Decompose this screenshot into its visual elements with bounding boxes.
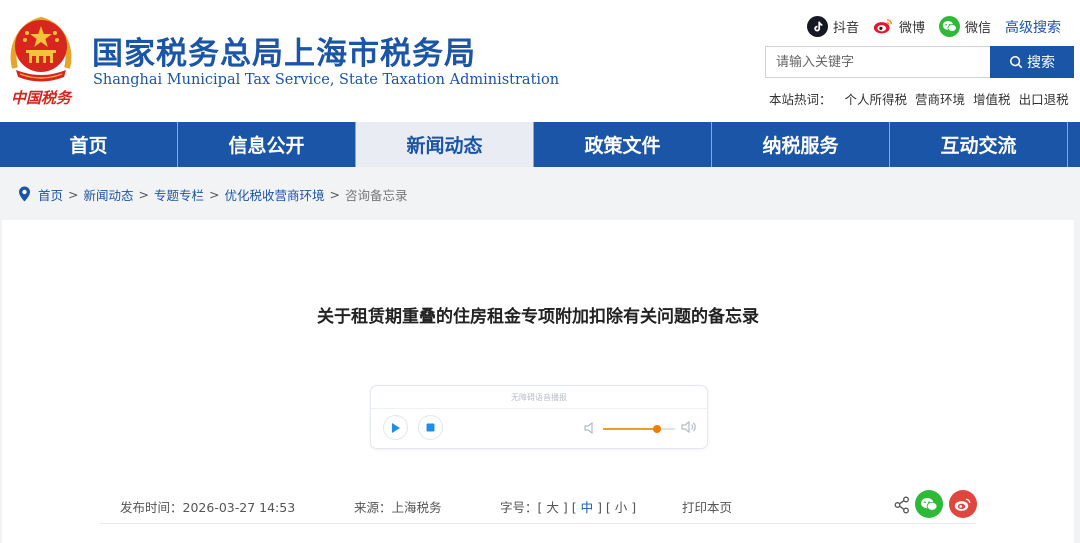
logo-text: 中国税务 xyxy=(11,89,73,107)
nav-item-tax-service[interactable]: 纳税服务 xyxy=(712,122,890,167)
location-pin-icon xyxy=(19,186,30,202)
nav-item-interaction[interactable]: 互动交流 xyxy=(890,122,1068,167)
play-icon xyxy=(392,422,400,433)
source-label: 来源： xyxy=(354,500,392,515)
article-source: 来源：上海税务 xyxy=(354,497,442,516)
hot-word-link[interactable]: 个人所得税 xyxy=(845,89,908,108)
breadcrumb-separator: > xyxy=(209,186,220,202)
breadcrumb-current: 咨询备忘录 xyxy=(345,187,408,203)
breadcrumb-separator: > xyxy=(68,186,79,202)
volume-slider-fill xyxy=(603,428,657,430)
volume-up-icon[interactable] xyxy=(681,420,697,434)
weibo-link[interactable]: 微博 xyxy=(873,14,925,38)
player-label: 无障碍语音播报 xyxy=(511,393,567,402)
breadcrumb-separator: > xyxy=(138,186,149,202)
hot-word-link[interactable]: 营商环境 xyxy=(915,89,965,108)
breadcrumb-separator: > xyxy=(329,186,340,202)
nav-item-news[interactable]: 新闻动态 xyxy=(356,122,534,167)
main-nav: 首页 信息公开 新闻动态 政策文件 纳税服务 互动交流 xyxy=(0,122,1080,167)
search-button-label: 搜索 xyxy=(1027,55,1055,71)
search-button[interactable]: 搜索 xyxy=(990,46,1074,78)
search-icon xyxy=(1009,55,1023,69)
weibo-icon xyxy=(873,16,894,37)
nav-item-policy[interactable]: 政策文件 xyxy=(534,122,712,167)
volume-slider[interactable] xyxy=(603,425,675,433)
wechat-label: 微信 xyxy=(965,20,992,36)
weibo-label: 微博 xyxy=(899,20,926,36)
wechat-link[interactable]: 微信 xyxy=(939,14,991,38)
article-panel: 关于租赁期重叠的住房租金专项附加扣除有关问题的备忘录 无障碍语音播报 发布时间：… xyxy=(2,220,1074,543)
share-icon[interactable] xyxy=(894,496,910,514)
volume-mute-icon[interactable] xyxy=(584,421,596,435)
search-input[interactable] xyxy=(765,46,991,78)
hot-word-link[interactable]: 出口退税 xyxy=(1019,89,1069,108)
site-subtitle: Shanghai Municipal Tax Service, State Ta… xyxy=(93,72,560,88)
article-title: 关于租赁期重叠的住房租金专项附加扣除有关问题的备忘录 xyxy=(317,307,759,327)
font-size-large[interactable]: 大 xyxy=(546,500,559,515)
play-button[interactable] xyxy=(383,415,408,440)
breadcrumb-business-env[interactable]: 优化税收营商环境 xyxy=(225,185,325,204)
douyin-icon xyxy=(807,15,828,37)
douyin-label: 抖音 xyxy=(833,20,860,36)
site-title[interactable]: 国家税务总局上海市税务局 xyxy=(92,28,476,73)
breadcrumb-news[interactable]: 新闻动态 xyxy=(84,185,134,204)
hot-words-label: 本站热词： xyxy=(769,92,832,107)
article-meta: 发布时间：2026-03-27 14:53 来源：上海税务 字号：[ 大 ] [… xyxy=(100,488,977,524)
weibo-icon xyxy=(954,498,971,511)
stop-icon xyxy=(426,423,435,432)
site-header: 中国税务 国家税务总局上海市税务局 Shanghai Municipal Tax… xyxy=(0,0,1080,122)
print-page-link[interactable]: 打印本页 xyxy=(682,497,732,516)
breadcrumb-special-topics[interactable]: 专题专栏 xyxy=(154,185,204,204)
audio-player: 无障碍语音播报 xyxy=(370,385,708,449)
stop-button[interactable] xyxy=(418,415,443,440)
share-wechat-button[interactable] xyxy=(915,490,943,518)
breadcrumb: 首页 > 新闻动态 > 专题专栏 > 优化税收营商环境 > 咨询备忘录 xyxy=(18,184,408,204)
publish-date-label: 发布时间： xyxy=(120,500,183,515)
font-size-small[interactable]: 小 xyxy=(615,500,628,515)
player-divider xyxy=(371,408,707,409)
nav-padding xyxy=(1068,122,1080,167)
source-value: 上海税务 xyxy=(391,500,442,515)
douyin-link[interactable]: 抖音 xyxy=(807,14,859,38)
font-size-medium[interactable]: 中 xyxy=(581,500,594,515)
publish-date: 发布时间：2026-03-27 14:53 xyxy=(120,497,295,516)
nav-item-home[interactable]: 首页 xyxy=(0,122,178,167)
hot-word-link[interactable]: 增值税 xyxy=(973,89,1011,108)
advanced-search-link[interactable]: 高级搜索 xyxy=(1005,17,1061,37)
national-emblem-logo[interactable]: 中国税务 xyxy=(6,10,76,110)
wechat-icon xyxy=(921,497,938,511)
nav-item-info-disclosure[interactable]: 信息公开 xyxy=(178,122,356,167)
font-size-label: 字号： xyxy=(500,500,538,515)
wechat-icon xyxy=(939,15,960,37)
volume-slider-knob[interactable] xyxy=(653,425,661,433)
breadcrumb-home[interactable]: 首页 xyxy=(38,185,63,204)
font-size-control: 字号：[ 大 ] [ 中 ] [ 小 ] xyxy=(500,500,637,515)
publish-date-value: 2026-03-27 14:53 xyxy=(182,500,296,515)
share-weibo-button[interactable] xyxy=(949,490,977,518)
hot-words: 本站热词： 个人所得税 营商环境 增值税 出口退税 xyxy=(769,89,1077,108)
